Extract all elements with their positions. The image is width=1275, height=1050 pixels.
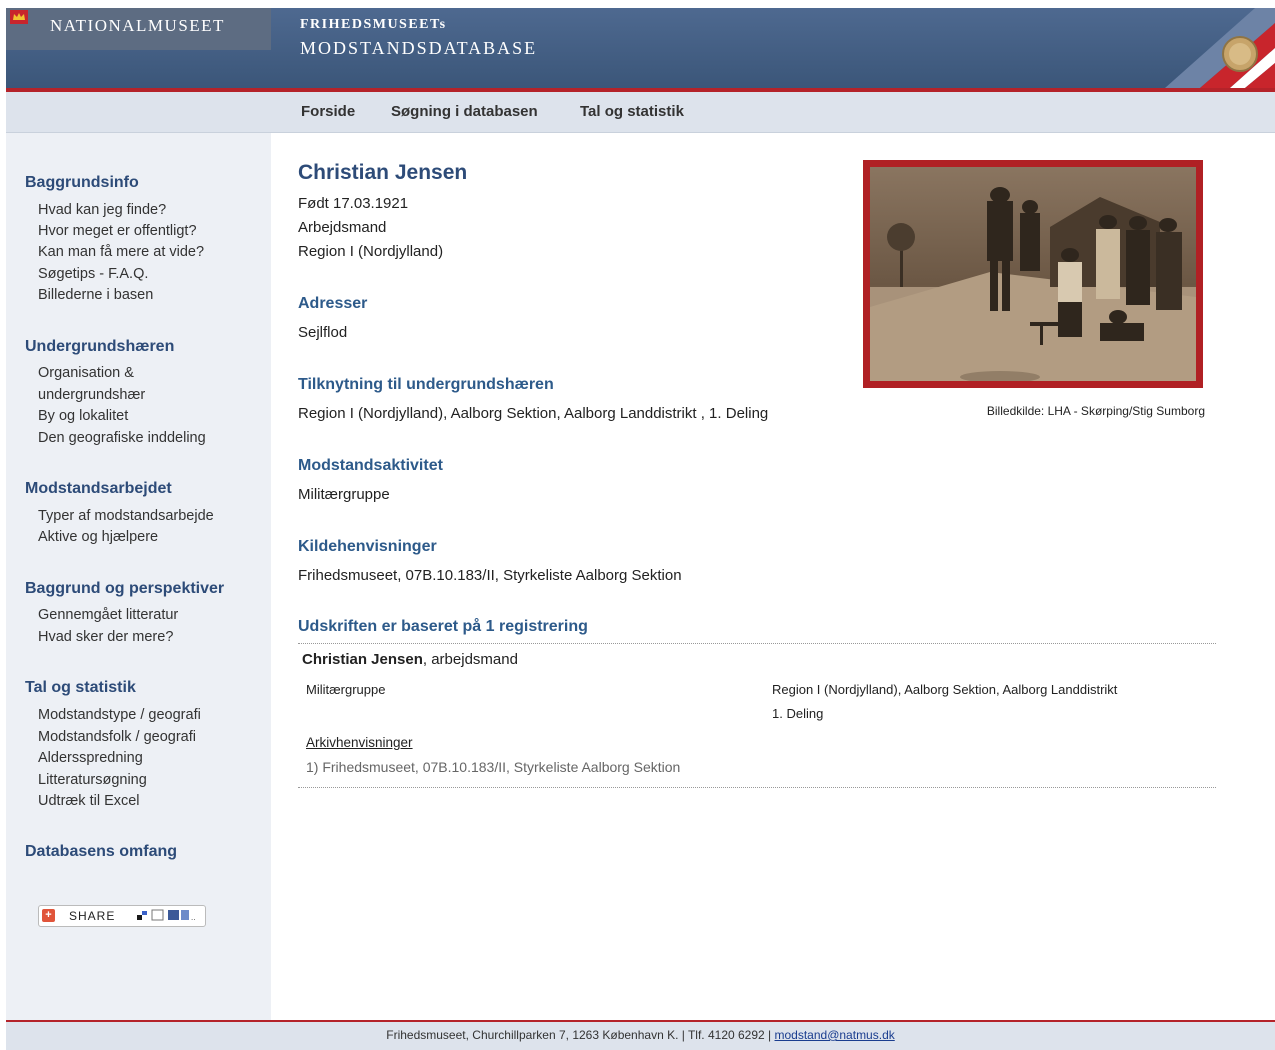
- sidebar-link[interactable]: Hvor meget er offentligt?: [38, 223, 197, 239]
- registration-person: Christian Jensen: [302, 651, 423, 668]
- sidebar-link[interactable]: Aldersspredning: [38, 750, 143, 766]
- footer-email-link[interactable]: modstand@natmus.dk: [775, 1028, 895, 1042]
- registration-group: Militærgruppe: [306, 682, 386, 697]
- sidebar-link[interactable]: By og lokalitet: [38, 408, 128, 424]
- plus-icon: +: [42, 909, 55, 922]
- sidebar-link[interactable]: undergrundshær: [38, 387, 145, 403]
- registration-title: Udskriften er baseret på 1 registrering: [298, 618, 588, 635]
- sidebar-link[interactable]: Litteratursøgning: [38, 772, 147, 788]
- addresses-title: Adresser: [298, 295, 368, 312]
- sidebar-heading-databasens-omfang[interactable]: Databasens omfang: [25, 843, 177, 861]
- registration-unit: Region I (Nordjylland), Aalborg Sektion,…: [772, 682, 1118, 697]
- activity-value: Militærgruppe: [298, 486, 390, 503]
- sidebar-heading-tal-og-statistik[interactable]: Tal og statistik: [25, 679, 136, 697]
- person-name: Christian Jensen: [298, 161, 468, 184]
- sidebar-link[interactable]: Typer af modstandsarbejde: [38, 508, 214, 524]
- sidebar-link[interactable]: Aktive og hjælpere: [38, 529, 158, 545]
- db-title-line2: MODSTANDSDATABASE: [300, 38, 538, 58]
- museum-logo-area[interactable]: NATIONALMUSEET: [6, 8, 271, 50]
- nav-statistics[interactable]: Tal og statistik: [580, 103, 684, 120]
- site-header: NATIONALMUSEET FRIHEDSMUSEETs MODSTANDSD…: [6, 8, 1275, 88]
- photo-caption: Billedkilde: LHA - Skørping/Stig Sumborg: [986, 404, 1205, 418]
- addresses-value: Sejlflod: [298, 324, 348, 341]
- activity-title: Modstandsaktivitet: [298, 457, 443, 474]
- sidebar-link[interactable]: Søgetips - F.A.Q.: [38, 266, 148, 282]
- sidebar-heading-baggrund[interactable]: Baggrund og perspektiver: [25, 580, 224, 598]
- museum-name[interactable]: NATIONALMUSEET: [50, 16, 225, 36]
- divider: [298, 787, 1216, 788]
- sidebar-link[interactable]: Modstandstype / geografi: [38, 707, 201, 723]
- sidebar-link[interactable]: Organisation &: [38, 365, 134, 381]
- svg-text:..: ..: [191, 913, 195, 921]
- person-region: Region I (Nordjylland): [298, 243, 444, 260]
- sidebar-link[interactable]: Hvad sker der mere?: [38, 629, 173, 645]
- db-title-line1: FRIHEDSMUSEETs: [300, 17, 447, 32]
- sidebar: Baggrundsinfo Hvad kan jeg finde? Hvor m…: [6, 133, 271, 1020]
- nav-forside[interactable]: Forside: [301, 103, 355, 120]
- crown-icon: [10, 10, 28, 24]
- site-footer: Frihedsmuseet, Churchillparken 7, 1263 K…: [6, 1022, 1275, 1050]
- main-content: Christian Jensen Født 17.03.1921 Arbejds…: [298, 133, 1228, 1020]
- sources-title: Kildehenvisninger: [298, 538, 437, 555]
- sidebar-heading-baggrundsinfo[interactable]: Baggrundsinfo: [25, 174, 139, 192]
- sidebar-link[interactable]: Udtræk til Excel: [38, 793, 140, 809]
- nav-search[interactable]: Søgning i databasen: [391, 103, 538, 120]
- resistance-group-photo[interactable]: [870, 167, 1196, 381]
- registration-deling: 1. Deling: [772, 706, 824, 721]
- person-born: Født 17.03.1921: [298, 195, 409, 212]
- flag-decoration-icon: [1165, 8, 1275, 88]
- sidebar-link[interactable]: Den geografiske inddeling: [38, 430, 206, 446]
- sidebar-heading-undergrundshaeren[interactable]: Undergrundshæren: [25, 338, 174, 356]
- registration-name: Christian Jensen, arbejdsmand: [302, 651, 518, 668]
- share-label: SHARE: [69, 909, 116, 923]
- archive-link[interactable]: Arkivhenvisninger: [306, 735, 413, 750]
- sources-value: Frihedsmuseet, 07B.10.183/II, Styrkelist…: [298, 567, 682, 584]
- sidebar-link[interactable]: Modstandsfolk / geografi: [38, 729, 196, 745]
- footer-address: Frihedsmuseet, Churchillparken 7, 1263 K…: [386, 1028, 775, 1042]
- share-button[interactable]: + SHARE ..: [38, 905, 206, 927]
- sidebar-link[interactable]: Billederne i basen: [38, 287, 153, 303]
- page: NATIONALMUSEET FRIHEDSMUSEETs MODSTANDSD…: [6, 8, 1275, 1050]
- divider: [298, 643, 1216, 644]
- social-icons: ..: [137, 909, 197, 924]
- sidebar-link[interactable]: Hvad kan jeg finde?: [38, 202, 166, 218]
- affiliation-title: Tilknytning til undergrundshæren: [298, 376, 554, 393]
- affiliation-value: Region I (Nordjylland), Aalborg Sektion,…: [298, 405, 769, 422]
- registration-suffix: , arbejdsmand: [422, 651, 518, 668]
- sidebar-link[interactable]: Kan man få mere at vide?: [38, 244, 204, 260]
- photo-frame: [863, 160, 1203, 388]
- archive-text: 1) Frihedsmuseet, 07B.10.183/II, Styrkel…: [306, 759, 681, 775]
- sidebar-link[interactable]: Gennemgået litteratur: [38, 607, 178, 623]
- social-network-icons: ..: [137, 909, 195, 922]
- main-nav: Forside Søgning i databasen Tal og stati…: [6, 92, 1275, 133]
- person-occupation: Arbejdsmand: [298, 219, 387, 236]
- sidebar-heading-modstandsarbejdet[interactable]: Modstandsarbejdet: [25, 480, 172, 498]
